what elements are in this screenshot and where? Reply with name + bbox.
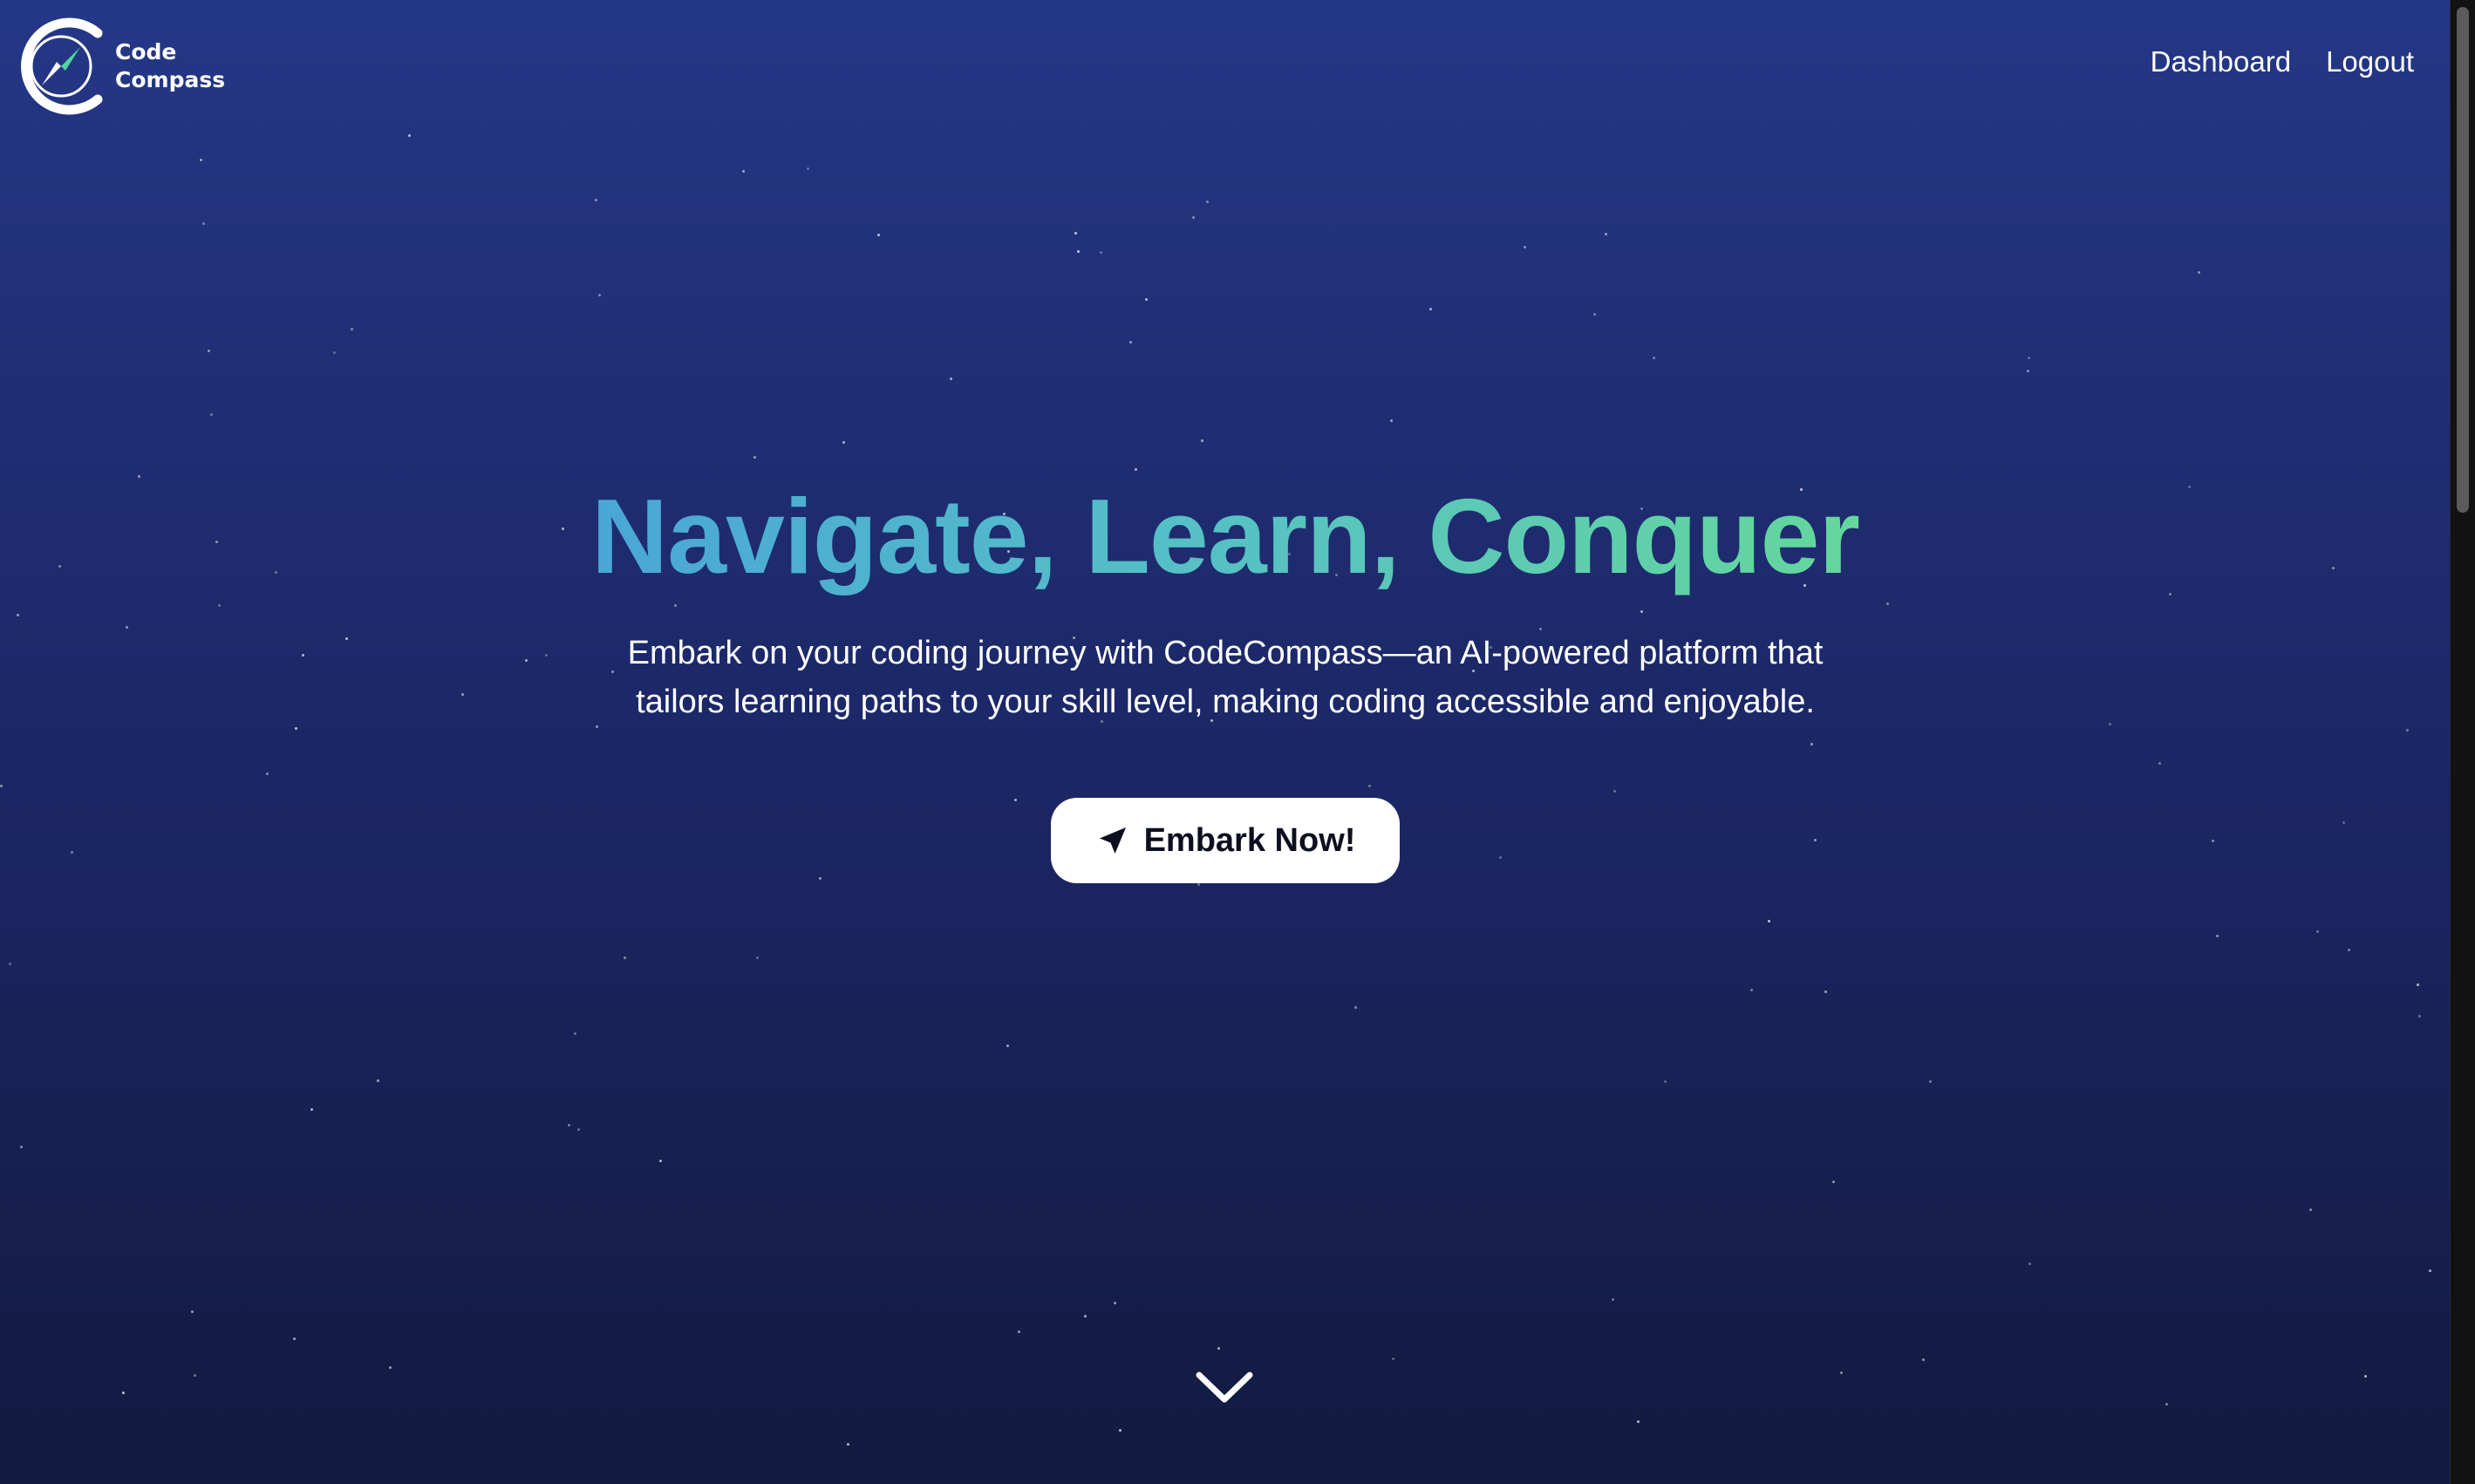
star-dot xyxy=(574,1032,576,1035)
star-dot xyxy=(1192,216,1195,219)
star-dot xyxy=(389,1366,392,1369)
star-dot xyxy=(2418,1015,2421,1018)
star-dot xyxy=(122,1392,125,1394)
star-dot xyxy=(842,441,845,444)
star-dot xyxy=(208,350,210,352)
star-dot xyxy=(194,1374,196,1377)
star-dot xyxy=(1429,308,1432,310)
nav-logout-link[interactable]: Logout xyxy=(2326,45,2414,78)
star-dot xyxy=(2216,935,2219,937)
star-dot xyxy=(2198,271,2200,274)
embark-now-label: Embark Now! xyxy=(1143,821,1356,859)
star-dot xyxy=(1114,1302,1116,1304)
star-dot xyxy=(753,456,756,459)
star-dot xyxy=(1390,419,1393,422)
star-dot xyxy=(1201,439,1203,442)
page-scrollbar[interactable] xyxy=(2450,0,2475,1484)
star-dot xyxy=(1637,1420,1640,1423)
star-dot xyxy=(1832,1181,1835,1183)
star-dot xyxy=(1129,341,1132,344)
hero-headline: Navigate, Learn, Conquer xyxy=(591,477,1860,596)
star-dot xyxy=(1084,1315,1087,1317)
star-dot xyxy=(310,1108,313,1111)
star-dot xyxy=(1006,1045,1009,1047)
star-dot xyxy=(950,378,952,380)
star-dot xyxy=(1824,990,1827,993)
star-dot xyxy=(377,1079,379,1082)
star-dot xyxy=(577,1128,580,1131)
star-dot xyxy=(2348,949,2350,951)
star-dot xyxy=(202,222,205,225)
star-dot xyxy=(568,1124,570,1127)
star-dot xyxy=(2165,1403,2168,1406)
star-dot xyxy=(1605,233,1607,235)
hero-section: Navigate, Learn, Conquer Embark on your … xyxy=(0,475,2451,883)
star-dot xyxy=(2028,1263,2031,1265)
scrollbar-thumb[interactable] xyxy=(2457,7,2469,513)
star-dot xyxy=(1392,1358,1394,1360)
star-dot xyxy=(1593,313,1596,316)
brand-name-line2: Compass xyxy=(115,67,226,92)
star-dot xyxy=(333,351,336,354)
star-dot xyxy=(2417,984,2419,986)
star-dot xyxy=(20,1146,23,1148)
star-dot xyxy=(1119,1429,1122,1432)
star-dot xyxy=(1077,250,1080,253)
star-dot xyxy=(2028,357,2030,359)
star-dot xyxy=(351,328,353,330)
star-dot xyxy=(742,170,745,173)
star-dot xyxy=(200,159,202,161)
star-dot xyxy=(756,956,759,959)
star-dot xyxy=(1018,1331,1020,1333)
star-dot xyxy=(1074,232,1077,235)
star-dot xyxy=(210,413,213,416)
star-dot xyxy=(1206,201,1209,203)
hero-subtitle: Embark on your coding journey with CodeC… xyxy=(627,635,1824,720)
star-dot xyxy=(1664,1080,1667,1083)
star-dot xyxy=(2027,370,2029,372)
star-dot xyxy=(1100,251,1102,254)
star-dot xyxy=(877,234,880,236)
star-dot xyxy=(1750,989,1753,991)
star-dot xyxy=(595,199,597,201)
star-dot xyxy=(1197,883,1200,886)
star-dot xyxy=(624,956,626,959)
navigation-arrow-icon xyxy=(1099,827,1126,854)
star-dot xyxy=(408,134,411,137)
star-dot xyxy=(2309,1208,2312,1211)
star-dot xyxy=(1653,357,1655,359)
compass-c-logo-icon xyxy=(21,17,103,115)
star-dot xyxy=(191,1310,194,1313)
star-dot xyxy=(1524,246,1526,248)
star-dot xyxy=(1217,1347,1220,1350)
star-dot xyxy=(807,167,809,170)
star-dot xyxy=(1612,1298,1614,1301)
brand-name: Code Compass xyxy=(115,38,225,94)
star-dot xyxy=(1135,468,1137,471)
star-dot xyxy=(2364,1375,2367,1378)
star-dot xyxy=(659,1160,662,1162)
embark-now-button[interactable]: Embark Now! xyxy=(1051,798,1400,883)
star-dot xyxy=(9,963,11,965)
top-nav: Dashboard Logout xyxy=(2151,45,2414,78)
star-dot xyxy=(1840,1372,1843,1374)
page-viewport: Code Compass Dashboard Logout Navigate, … xyxy=(0,0,2451,1484)
star-dot xyxy=(2316,930,2319,933)
star-dot xyxy=(1145,298,1148,301)
star-dot xyxy=(293,1338,296,1340)
star-dot xyxy=(1929,1080,1932,1083)
star-dot xyxy=(1922,1358,1925,1361)
brand-name-line1: Code xyxy=(115,39,177,65)
star-dot xyxy=(847,1443,849,1446)
brand-logo[interactable]: Code Compass xyxy=(17,16,225,117)
nav-dashboard-link[interactable]: Dashboard xyxy=(2151,45,2291,78)
star-dot xyxy=(598,294,601,296)
chevron-down-icon[interactable] xyxy=(1194,1365,1255,1408)
star-dot xyxy=(1354,1006,1357,1009)
star-dot xyxy=(1768,920,1770,922)
star-dot xyxy=(2429,1270,2431,1272)
